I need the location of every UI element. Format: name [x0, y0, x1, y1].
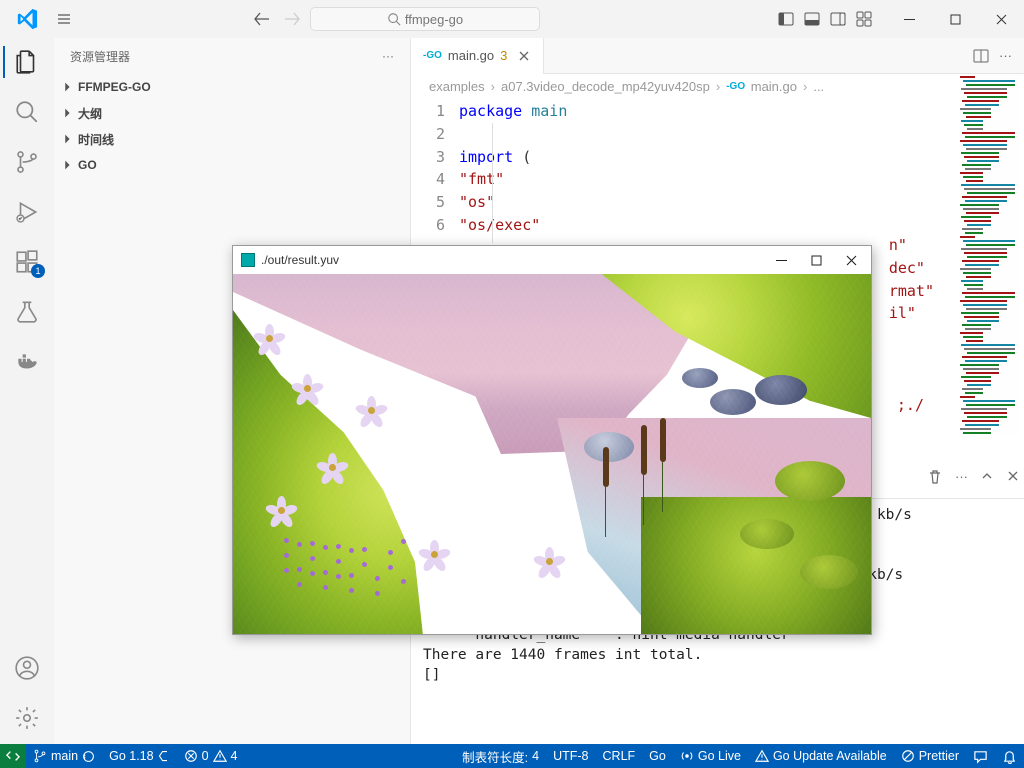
yuv-titlebar[interactable]: ./out/result.yuv: [233, 246, 871, 274]
minimize-icon[interactable]: [886, 0, 932, 38]
nav-back-icon[interactable]: [254, 11, 270, 27]
status-bell-icon[interactable]: [995, 749, 1024, 764]
status-go-version[interactable]: Go 1.18: [102, 749, 176, 763]
yuv-player-window[interactable]: ./out/result.yuv: [232, 245, 872, 635]
terminal-up-icon[interactable]: [980, 469, 994, 489]
titlebar: ffmpeg-go: [0, 0, 1024, 38]
activity-bar: 1: [0, 38, 54, 744]
activity-scm-icon[interactable]: [3, 146, 51, 178]
panel-toolbar: ···: [927, 469, 1020, 489]
layout-left-icon[interactable]: [778, 11, 794, 27]
minimap[interactable]: [960, 74, 1020, 434]
sidebar-header: 资源管理器 ···: [54, 38, 410, 74]
activity-account-icon[interactable]: [3, 652, 51, 684]
activity-run-icon[interactable]: [3, 196, 51, 228]
status-go-update[interactable]: Go Update Available: [748, 749, 894, 763]
activity-settings-icon[interactable]: [3, 702, 51, 734]
yuv-title: ./out/result.yuv: [261, 253, 339, 267]
sidebar-more-icon[interactable]: ···: [382, 49, 394, 63]
yuv-video-frame: [233, 274, 871, 634]
editor-more-icon[interactable]: ···: [999, 48, 1012, 64]
activity-explorer-icon[interactable]: [3, 46, 51, 78]
sidebar-section-outline[interactable]: 大纲: [54, 100, 410, 126]
tab-close-icon[interactable]: [517, 49, 531, 63]
sidebar-title: 资源管理器: [70, 48, 130, 65]
nav-forward-icon: [284, 11, 300, 27]
tabbar: -GO main.go 3 ···: [411, 38, 1024, 74]
yuv-minimize-icon[interactable]: [776, 255, 787, 266]
status-golive[interactable]: Go Live: [673, 749, 748, 763]
extensions-badge: 1: [31, 264, 45, 278]
titlebar-search[interactable]: ffmpeg-go: [310, 7, 540, 31]
layout-custom-icon[interactable]: [856, 11, 872, 27]
split-editor-icon[interactable]: [973, 48, 989, 64]
tab-main-go[interactable]: -GO main.go 3: [411, 38, 544, 74]
statusbar: main Go 1.18 0 4 制表符长度: 4 UTF-8 CRLF Go …: [0, 744, 1024, 768]
layout-buttons: [778, 11, 872, 27]
activity-extensions-icon[interactable]: 1: [3, 246, 51, 278]
sidebar-section-project[interactable]: FFMPEG-GO: [54, 74, 410, 100]
sidebar-section-go[interactable]: GO: [54, 152, 410, 178]
terminal-close-icon[interactable]: [1006, 469, 1020, 489]
breadcrumbs[interactable]: examples› a07.3video_decode_mp42yuv420sp…: [411, 74, 1024, 98]
terminal-trash-icon[interactable]: [927, 469, 943, 489]
status-feedback-icon[interactable]: [966, 749, 995, 764]
nav-arrows: [254, 11, 300, 27]
yuv-close-icon[interactable]: [846, 255, 857, 266]
activity-docker-icon[interactable]: [3, 346, 51, 378]
status-branch[interactable]: main: [26, 749, 102, 763]
activity-testing-icon[interactable]: [3, 296, 51, 328]
layout-bottom-icon[interactable]: [804, 11, 820, 27]
yuv-app-icon: [241, 253, 255, 267]
titlebar-search-text: ffmpeg-go: [405, 12, 463, 27]
status-tabsize[interactable]: 制表符长度: 4: [455, 747, 546, 766]
status-lang[interactable]: Go: [642, 749, 673, 763]
menu-icon[interactable]: [44, 11, 84, 27]
maximize-icon[interactable]: [932, 0, 978, 38]
status-eol[interactable]: CRLF: [596, 749, 643, 763]
status-remote-icon[interactable]: [0, 744, 26, 768]
window-controls: [886, 0, 1024, 38]
go-file-icon: -GO: [423, 50, 442, 61]
code-part-behind: n" dec" rmat" il": [889, 234, 934, 325]
status-encoding[interactable]: UTF-8: [546, 749, 595, 763]
tab-modified-count: 3: [500, 48, 507, 63]
sidebar-section-timeline[interactable]: 时间线: [54, 126, 410, 152]
activity-search-icon[interactable]: [3, 96, 51, 128]
terminal-more-icon[interactable]: ···: [955, 469, 968, 489]
status-prettier[interactable]: Prettier: [894, 749, 966, 763]
code-editor[interactable]: 123456 package main import ( "fmt" "os" …: [411, 98, 1024, 237]
close-icon[interactable]: [978, 0, 1024, 38]
layout-right-icon[interactable]: [830, 11, 846, 27]
yuv-maximize-icon[interactable]: [811, 255, 822, 266]
tab-name: main.go: [448, 48, 494, 63]
status-problems[interactable]: 0 4: [177, 749, 245, 763]
vscode-icon: [10, 2, 44, 36]
code-path-hint: ;./: [897, 396, 924, 414]
